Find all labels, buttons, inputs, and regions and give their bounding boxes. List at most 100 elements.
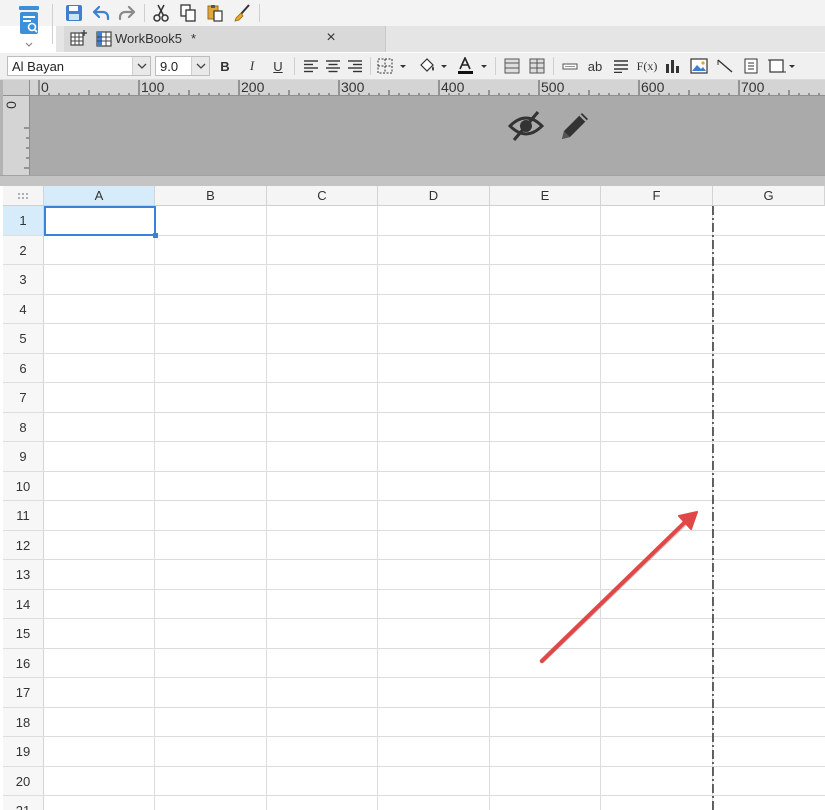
copy-button[interactable]: [177, 3, 199, 23]
page-break-line: [712, 206, 714, 810]
row-header-18[interactable]: 18: [3, 707, 44, 737]
row-header-19[interactable]: 19: [3, 737, 44, 767]
bold-button[interactable]: B: [217, 56, 233, 76]
save-button[interactable]: [63, 3, 85, 23]
row-gridline: [44, 677, 825, 678]
row-header-8[interactable]: 8: [3, 412, 44, 442]
merge-cells-button[interactable]: [503, 56, 521, 76]
column-header-e[interactable]: E: [490, 186, 601, 206]
underline-button[interactable]: U: [270, 56, 286, 76]
fill-color-dropdown[interactable]: [418, 56, 448, 76]
font-family-select[interactable]: Al Bayan: [7, 56, 151, 76]
borders-icon: [377, 58, 406, 74]
row-gridline: [44, 647, 825, 649]
save-icon: [66, 5, 82, 21]
redo-button[interactable]: [116, 3, 138, 23]
barcode-button[interactable]: [741, 56, 761, 76]
row-header-13[interactable]: 13: [3, 560, 44, 590]
chart-button[interactable]: [663, 56, 683, 76]
ruler-label: 300: [341, 80, 365, 95]
row-header-9[interactable]: 9: [3, 442, 44, 472]
paste-button[interactable]: [204, 3, 226, 23]
shape-dropdown[interactable]: [767, 56, 797, 76]
row-header-5[interactable]: 5: [3, 324, 44, 354]
row-header-15[interactable]: 15: [3, 619, 44, 649]
select-all-corner[interactable]: [3, 186, 44, 206]
borders-dropdown[interactable]: [377, 56, 407, 76]
paint-bucket-icon: [420, 58, 447, 72]
undo-button[interactable]: [90, 3, 112, 23]
split-cells-icon: [529, 58, 545, 74]
bar-chart-icon: [666, 60, 679, 73]
font-family-value: Al Bayan: [12, 59, 65, 74]
chevron-down-icon[interactable]: [132, 57, 150, 75]
formula-button[interactable]: F(x): [636, 56, 658, 76]
row-header-7[interactable]: 7: [3, 383, 44, 413]
row-header-12[interactable]: 12: [3, 530, 44, 560]
insert-image-button[interactable]: [689, 56, 709, 76]
draw-line-button[interactable]: [715, 56, 735, 76]
column-header-d[interactable]: D: [378, 186, 490, 206]
row-gridline: [44, 382, 825, 383]
split-cells-button[interactable]: [528, 56, 546, 76]
row-header-2[interactable]: 2: [3, 235, 44, 265]
row-header-14[interactable]: 14: [3, 589, 44, 619]
text-field-button[interactable]: [561, 56, 579, 76]
italic-button[interactable]: I: [244, 56, 260, 76]
merge-cells-icon: [504, 58, 520, 74]
column-header-c[interactable]: C: [267, 186, 378, 206]
row-header-6[interactable]: 6: [3, 353, 44, 383]
row-header-1[interactable]: 1: [3, 206, 44, 236]
vertical-ruler-label: 0: [3, 101, 19, 109]
column-header-f[interactable]: F: [601, 186, 713, 206]
align-left-button[interactable]: [302, 56, 320, 76]
edit-pencil-icon[interactable]: [558, 109, 592, 146]
new-tab-icon[interactable]: [70, 30, 87, 50]
align-right-button[interactable]: [346, 56, 364, 76]
row-header-16[interactable]: 16: [3, 648, 44, 678]
text-field-icon: [562, 63, 578, 70]
row-gridline: [44, 352, 825, 354]
row-header-20[interactable]: 20: [3, 766, 44, 796]
ruler-label: 200: [241, 80, 265, 95]
column-gridline: [266, 206, 267, 810]
row-gridline: [44, 411, 825, 413]
column-gridline: [377, 206, 378, 810]
row-gridline: [44, 618, 825, 619]
row-gridline: [44, 234, 825, 236]
ruler-label: 100: [141, 80, 165, 95]
font-color-dropdown[interactable]: [457, 56, 489, 76]
column-header-a[interactable]: A: [44, 186, 155, 206]
format-painter-button[interactable]: [231, 3, 253, 23]
close-tab-button[interactable]: ×: [322, 29, 340, 47]
cut-button[interactable]: [150, 3, 172, 23]
chevron-down-icon[interactable]: [191, 57, 209, 75]
copy-icon: [180, 4, 196, 22]
row-header-3[interactable]: 3: [3, 265, 44, 295]
band-area[interactable]: [30, 96, 825, 175]
row-header-21[interactable]: 21: [3, 796, 44, 810]
text-wrap-button[interactable]: ab: [585, 56, 605, 76]
workbook-name: WorkBook5: [115, 31, 182, 46]
selected-cell[interactable]: [44, 206, 156, 236]
column-header-g[interactable]: G: [713, 186, 825, 206]
tab-workbook[interactable]: WorkBook5 * ×: [64, 26, 386, 52]
align-center-button[interactable]: [324, 56, 342, 76]
row-gridline: [44, 559, 825, 560]
report-cell-icon: [744, 58, 758, 74]
visibility-off-icon[interactable]: [507, 110, 545, 145]
image-icon: [690, 58, 708, 74]
format-toolbar: Al Bayan 9.0 B I U ab F(x): [0, 53, 825, 80]
row-header-4[interactable]: 4: [3, 294, 44, 324]
paragraph-button[interactable]: [611, 56, 631, 76]
fill-handle[interactable]: [153, 233, 158, 238]
spreadsheet-grid[interactable]: ABCDEFG 12345678910111213141516171819202…: [0, 186, 825, 810]
row-header-17[interactable]: 17: [3, 678, 44, 708]
column-header-b[interactable]: B: [155, 186, 267, 206]
row-header-11[interactable]: 11: [3, 501, 44, 531]
horizontal-ruler[interactable]: 0 100 200 300 400 500 600 700: [30, 80, 825, 96]
font-size-select[interactable]: 9.0: [155, 56, 210, 76]
row-header-10[interactable]: 10: [3, 471, 44, 501]
app-menu-button[interactable]: [14, 4, 44, 50]
vertical-ruler[interactable]: 0: [3, 96, 30, 175]
